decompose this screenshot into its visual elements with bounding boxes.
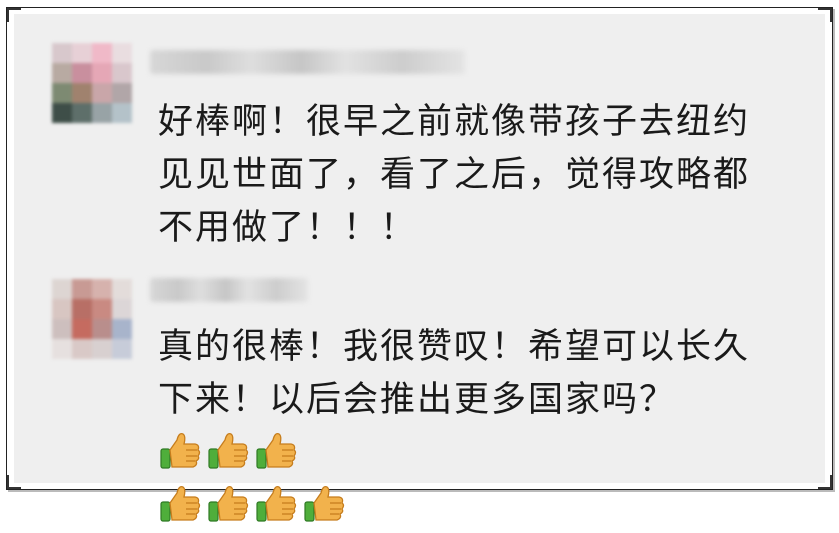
thumbs-up-icon bbox=[206, 481, 250, 525]
emoji-row bbox=[158, 486, 350, 526]
emoji-inline bbox=[158, 433, 302, 473]
avatar[interactable] bbox=[52, 279, 132, 359]
thumbs-up-icon bbox=[158, 428, 202, 472]
username-blurred[interactable] bbox=[150, 278, 308, 302]
thumbs-up-icon bbox=[302, 481, 346, 525]
avatar[interactable] bbox=[52, 43, 132, 123]
username-blurred[interactable] bbox=[150, 50, 465, 74]
thumbs-up-icon bbox=[158, 481, 202, 525]
comment-text-2: 真的很棒！我很赞叹！希望可以长久下来！以后会推出更多国家吗？ bbox=[158, 321, 778, 533]
thumbs-up-icon bbox=[254, 481, 298, 525]
thumbs-up-icon bbox=[206, 428, 250, 472]
thumbs-up-icon bbox=[254, 428, 298, 472]
comment-text: 真的很棒！我很赞叹！希望可以长久下来！以后会推出更多国家吗？ bbox=[158, 327, 751, 420]
comment-text: 好棒啊！很早之前就像带孩子去纽约见见世面了，看了之后，觉得攻略都不用做了！！！ bbox=[158, 102, 751, 248]
